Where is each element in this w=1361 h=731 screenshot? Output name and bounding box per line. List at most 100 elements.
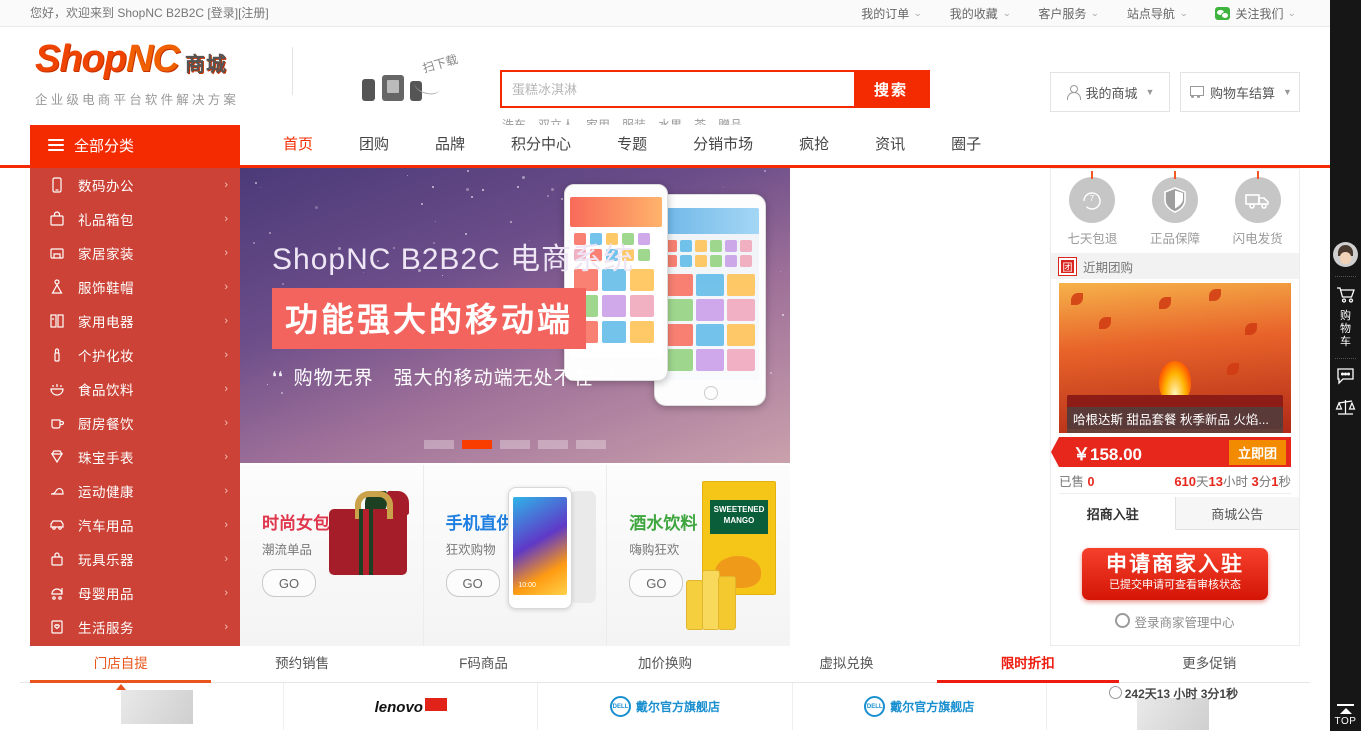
category-item-8[interactable]: 厨房餐饮 › <box>30 406 240 440</box>
nav-item-topic[interactable]: 专题 <box>594 125 670 165</box>
category-item-2[interactable]: 礼品箱包 › <box>30 202 240 236</box>
category-item-1[interactable]: 数码办公 › <box>30 168 240 202</box>
countdown-minutes-unit: 分 <box>1258 474 1272 489</box>
brand-card[interactable] <box>30 683 285 730</box>
brand-card[interactable]: DELL 戴尔官方旗舰店 <box>538 683 793 730</box>
slider-dot-5[interactable] <box>576 440 606 449</box>
tab-store-pickup[interactable]: 门店自提 <box>30 646 212 690</box>
category-item-12[interactable]: 玩具乐器 › <box>30 542 240 576</box>
topbar-item-service[interactable]: 客户服务 ⌄ <box>1024 0 1113 26</box>
promo-go-button[interactable]: GO <box>629 569 684 597</box>
chevron-right-icon: › <box>224 179 228 191</box>
product-image <box>120 689 193 724</box>
category-label: 家用电器 <box>78 315 134 330</box>
promo-card-bags[interactable]: 时尚女包 潮流单品 GO <box>240 465 424 646</box>
search-input[interactable] <box>502 72 854 106</box>
cart-checkout-button[interactable]: 购物车结算 ▼ <box>1180 72 1300 112</box>
tab-fcode[interactable]: F码商品 <box>393 646 574 682</box>
service-label: 七天包退 <box>1067 232 1118 246</box>
tab-limited-discount[interactable]: 限时折扣 <box>937 646 1119 683</box>
brand-card[interactable]: DELL 戴尔官方旗舰店 <box>793 683 1047 730</box>
rail-item-chat[interactable] <box>1330 368 1361 389</box>
slider-dot-2[interactable] <box>462 440 492 449</box>
nav-item-news[interactable]: 资讯 <box>852 125 928 165</box>
right-panel-tabs: 招商入驻 商城公告 <box>1051 497 1299 530</box>
avatar[interactable] <box>1333 242 1358 267</box>
category-item-10[interactable]: 运动健康 › <box>30 474 240 508</box>
apply-merchant-button[interactable]: 申请商家入驻 已提交申请可查看审核状态 <box>1082 548 1268 600</box>
nav-item-flashsale[interactable]: 疯抢 <box>776 125 852 165</box>
slider-dot-4[interactable] <box>538 440 568 449</box>
rail-item-compare[interactable] <box>1330 397 1361 420</box>
nav-item-brand[interactable]: 品牌 <box>412 125 488 165</box>
category-item-3[interactable]: 家居家装 › <box>30 236 240 270</box>
promo-go-button[interactable]: GO <box>262 569 316 597</box>
topbar-item-label: 客户服务 <box>1038 6 1087 21</box>
back-to-top-button[interactable]: TOP <box>1330 704 1361 727</box>
tab-virtual-exchange[interactable]: 虚拟兑换 <box>756 646 937 682</box>
chevron-down-icon: ⌄ <box>1287 7 1297 18</box>
category-item-5[interactable]: 家用电器 › <box>30 304 240 338</box>
login-link[interactable]: [登录] <box>207 6 238 20</box>
category-label: 母婴用品 <box>78 587 134 602</box>
site-logo[interactable]: ShopNC 商城 企业级电商平台软件解决方案 <box>35 39 239 108</box>
slider-dot-1[interactable] <box>424 440 454 449</box>
category-label: 玩具乐器 <box>78 553 134 568</box>
topbar-item-wechat[interactable]: 关注我们 ⌄ <box>1201 0 1310 26</box>
tab-mall-notice[interactable]: 商城公告 <box>1175 497 1299 529</box>
hero-slider[interactable]: ShopNC B2B2C 电商系统 功能强大的移动端 ❛❛ 购物无界 强大的移动… <box>240 168 790 463</box>
tab-merchant-join[interactable]: 招商入驻 <box>1051 497 1176 530</box>
category-item-6[interactable]: 个护化妆 › <box>30 338 240 372</box>
group-buy-price: ￥158.00 <box>1073 444 1142 464</box>
nav-item-groupbuy[interactable]: 团购 <box>336 125 412 165</box>
rail-cart-label: 购物车 <box>1340 310 1351 348</box>
category-item-14[interactable]: 生活服务 › <box>30 610 240 644</box>
scan-label: 扫下载 <box>420 52 460 76</box>
buy-now-button[interactable]: 立即团 <box>1228 439 1286 465</box>
service-item-genuine[interactable]: 正品保障 <box>1134 171 1217 253</box>
topbar-item-sitemap[interactable]: 站点导航 ⌄ <box>1113 0 1202 26</box>
chevron-right-icon: › <box>224 587 228 599</box>
promo-card-phones[interactable]: 手机直供 狂欢购物 GO <box>423 465 608 646</box>
svg-text:7: 7 <box>1090 194 1095 203</box>
logo-accent-text: NC <box>125 38 180 80</box>
brand-card[interactable]: 242天13 小时 3分1秒 <box>1047 683 1300 730</box>
phone-icon <box>362 79 375 101</box>
nav-item-circle[interactable]: 圈子 <box>928 125 1004 165</box>
category-item-11[interactable]: 汽车用品 › <box>30 508 240 542</box>
category-item-9[interactable]: 珠宝手表 › <box>30 440 240 474</box>
category-item-4[interactable]: 服饰鞋帽 › <box>30 270 240 304</box>
service-item-shipping[interactable]: 闪电发货 <box>1216 171 1299 253</box>
category-item-7[interactable]: 食品饮料 › <box>30 372 240 406</box>
register-link[interactable]: [注册] <box>238 6 269 20</box>
group-buy-image[interactable]: 哈根达斯 甜品套餐 秋季新品 火焰... <box>1059 283 1291 433</box>
bowl-icon <box>48 380 66 398</box>
slider-dot-3[interactable] <box>500 440 530 449</box>
group-buy-badge: 团 <box>1058 256 1077 276</box>
rail-item-cart[interactable]: 购物车 <box>1330 286 1361 349</box>
promo-title: 酒水饮料 <box>629 514 698 533</box>
search-button[interactable]: 搜索 <box>854 72 928 106</box>
nav-item-points[interactable]: 积分中心 <box>488 125 594 165</box>
logo-cn-text: 商城 <box>184 54 227 76</box>
tab-more-promotions[interactable]: 更多促销 <box>1119 646 1300 682</box>
topbar-item-favorites[interactable]: 我的收藏 ⌄ <box>936 0 1025 26</box>
promo-card-drinks[interactable]: 酒水饮料 嗨购狂欢 GO SWEETENED MANGO <box>607 465 791 646</box>
tab-preorder[interactable]: 预约销售 <box>211 646 392 682</box>
category-item-13[interactable]: 母婴用品 › <box>30 576 240 610</box>
all-categories-button[interactable]: 全部分类 <box>30 125 240 165</box>
tab-addon-purchase[interactable]: 加价换购 <box>574 646 755 682</box>
nav-item-distribution[interactable]: 分销市场 <box>670 125 776 165</box>
quote-open-icon: ❛❛ <box>272 368 284 386</box>
promo-go-button[interactable]: GO <box>445 569 500 597</box>
brand-card[interactable]: lenovo <box>284 683 539 730</box>
app-download-banner[interactable]: 扫下载 <box>340 49 490 109</box>
chevron-down-icon: ⌄ <box>1179 7 1189 18</box>
merchant-login-link[interactable]: 登录商家管理中心 <box>1051 612 1299 631</box>
topbar-item-orders[interactable]: 我的订单 ⌄ <box>847 0 936 26</box>
category-menu: 数码办公 › 礼品箱包 › 家居家装 › 服饰鞋帽 › 家用电器 › 个护化妆 › 食品饮料 › 厨房餐饮 ›… <box>30 168 240 646</box>
truck-icon <box>1234 171 1281 223</box>
my-store-button[interactable]: 我的商城 ▼ <box>1050 72 1170 112</box>
nav-item-home[interactable]: 首页 <box>260 125 336 165</box>
service-item-return[interactable]: 7 七天包退 <box>1051 171 1134 253</box>
